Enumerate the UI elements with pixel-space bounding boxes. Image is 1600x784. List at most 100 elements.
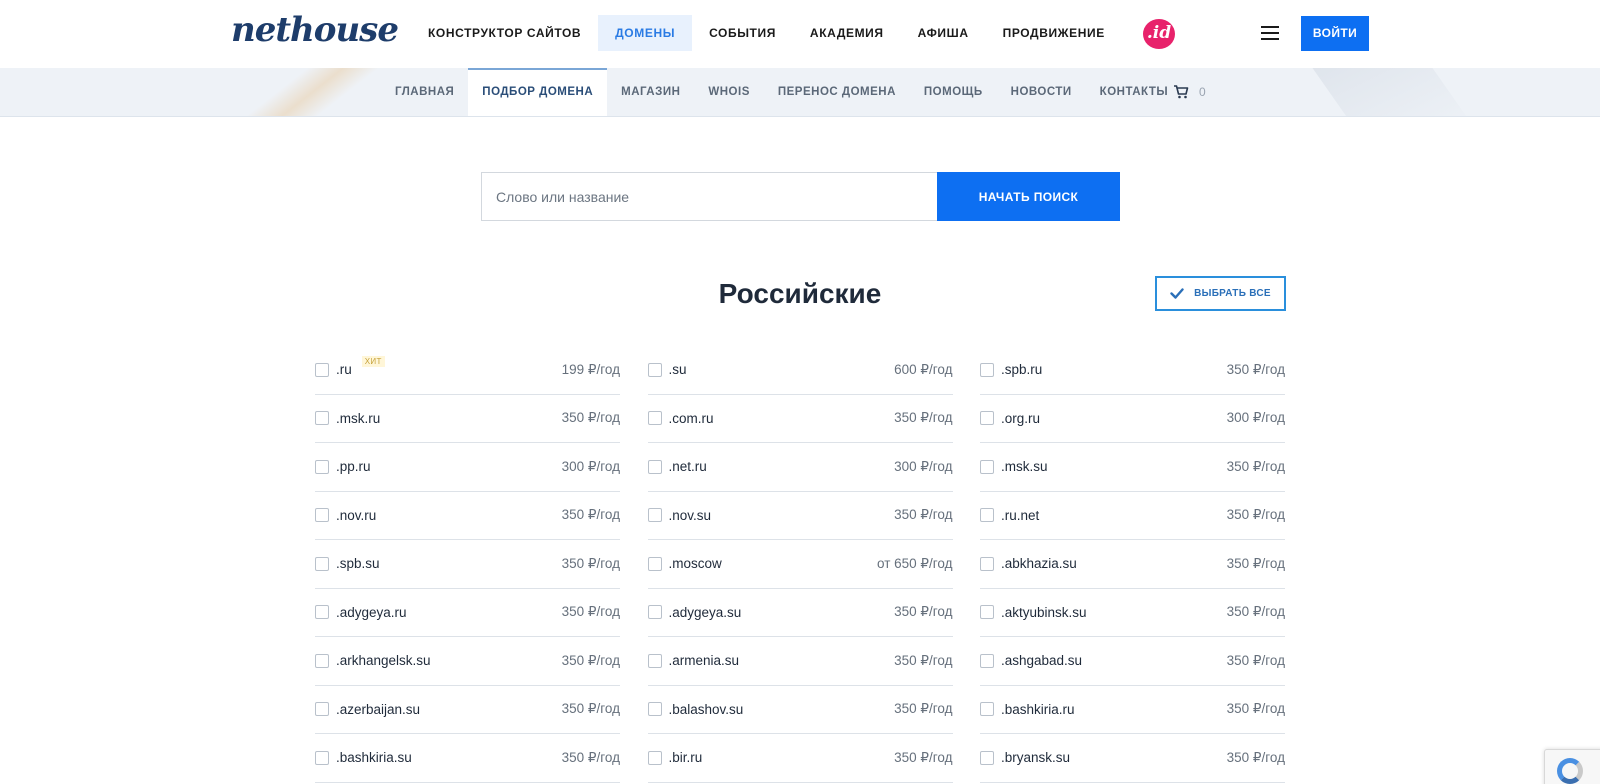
domain-checkbox[interactable] — [980, 411, 994, 426]
domain-checkbox[interactable] — [980, 508, 994, 523]
checkmark-icon — [1170, 288, 1184, 299]
top-nav-events[interactable]: СОБЫТИЯ — [692, 15, 793, 51]
sub-nav-domain-transfer[interactable]: ПЕРЕНОС ДОМЕНА — [764, 68, 910, 116]
domain-price: 350 ₽/год — [561, 701, 620, 717]
domain-row[interactable]: .nov.ru 350 ₽/год — [315, 492, 620, 540]
domain-zone: .org.ru — [1001, 410, 1041, 426]
domain-row[interactable]: .arkhangelsk.su 350 ₽/год — [315, 637, 620, 686]
domain-checkbox[interactable] — [315, 750, 329, 765]
domain-zone: .nov.ru — [336, 507, 377, 523]
sub-nav-help[interactable]: ПОМОЩЬ — [910, 68, 997, 116]
domain-zone: .moscow — [668, 556, 722, 572]
decorative-background — [207, 68, 403, 116]
domain-row[interactable]: .balashov.su 350 ₽/год — [647, 686, 953, 734]
domain-checkbox[interactable] — [647, 653, 662, 668]
domain-price: 350 ₽/год — [1226, 458, 1285, 474]
top-nav-promotion[interactable]: ПРОДВИЖЕНИЕ — [986, 15, 1122, 51]
domain-checkbox[interactable] — [980, 459, 994, 474]
domain-row[interactable]: .msk.su 350 ₽/год — [980, 443, 1285, 492]
sub-nav-contacts[interactable]: КОНТАКТЫ — [1086, 68, 1182, 116]
domain-row[interactable]: .ru ХИТ 199 ₽/год — [315, 346, 620, 395]
domain-checkbox[interactable] — [647, 411, 662, 426]
sub-nav-home[interactable]: ГЛАВНАЯ — [381, 68, 468, 116]
start-search-button[interactable]: НАЧАТЬ ПОИСК — [937, 172, 1120, 221]
domain-row[interactable]: .ru.net 350 ₽/год — [980, 492, 1285, 540]
domain-row[interactable]: .bashkiria.ru 350 ₽/год — [980, 686, 1285, 734]
domain-row[interactable]: .bryansk.su 350 ₽/год — [980, 734, 1285, 783]
top-nav-site-builder[interactable]: КОНСТРУКТОР САЙТОВ — [411, 15, 598, 51]
domain-checkbox[interactable] — [980, 556, 994, 571]
domain-checkbox[interactable] — [980, 702, 994, 717]
domain-price: 350 ₽/год — [561, 410, 620, 426]
domain-checkbox[interactable] — [315, 605, 329, 620]
cart-link[interactable]: 0 — [1173, 85, 1206, 99]
sub-nav-whois[interactable]: WHOIS — [694, 68, 763, 116]
domain-checkbox[interactable] — [980, 362, 994, 377]
domain-search-form: НАЧАТЬ ПОИСК — [481, 172, 1120, 221]
domain-checkbox[interactable] — [647, 750, 662, 765]
recaptcha-badge[interactable] — [1544, 749, 1600, 784]
domain-row[interactable]: .spb.ru 350 ₽/год — [980, 346, 1285, 395]
domain-row[interactable]: .adygeya.su 350 ₽/год — [647, 589, 953, 637]
domain-row[interactable]: .pp.ru 300 ₽/год — [315, 443, 620, 492]
sub-nav-domain-search[interactable]: ПОДБОР ДОМЕНА — [468, 68, 608, 116]
domain-checkbox[interactable] — [315, 702, 329, 717]
domain-checkbox[interactable] — [315, 362, 329, 377]
nethouse-logo[interactable]: nethouse — [231, 10, 399, 50]
domain-checkbox[interactable] — [315, 508, 329, 523]
domain-checkbox[interactable] — [647, 556, 662, 571]
domain-checkbox[interactable] — [315, 556, 329, 571]
domain-zone: .aktyubinsk.su — [1001, 604, 1087, 620]
domain-price: 350 ₽/год — [894, 507, 953, 523]
domain-price: 350 ₽/год — [1226, 507, 1285, 523]
id-badge-icon[interactable]: .id — [1143, 19, 1175, 49]
domain-row[interactable]: .spb.su 350 ₽/год — [315, 540, 620, 589]
domain-zone: .msk.su — [1001, 459, 1048, 475]
domain-row[interactable]: .bashkiria.su 350 ₽/год — [315, 734, 620, 783]
domain-checkbox[interactable] — [980, 605, 994, 620]
domain-zone: .ru — [336, 362, 352, 378]
domain-checkbox[interactable] — [647, 459, 662, 474]
domain-row[interactable]: .abkhazia.su 350 ₽/год — [980, 540, 1285, 589]
domain-checkbox[interactable] — [647, 605, 662, 620]
domain-row[interactable]: .aktyubinsk.su 350 ₽/год — [980, 589, 1285, 637]
hamburger-menu-icon[interactable] — [1261, 26, 1279, 40]
domain-checkbox[interactable] — [647, 362, 662, 377]
login-button[interactable]: ВОЙТИ — [1301, 16, 1369, 51]
decorative-background — [1305, 68, 1475, 116]
domain-zone: .bashkiria.su — [336, 750, 412, 766]
domain-checkbox[interactable] — [980, 653, 994, 668]
domain-checkbox[interactable] — [647, 702, 662, 717]
sub-nav-news[interactable]: НОВОСТИ — [997, 68, 1086, 116]
domain-row[interactable]: .su 600 ₽/год — [647, 346, 953, 395]
domain-row[interactable]: .org.ru 300 ₽/год — [980, 395, 1285, 443]
domain-checkbox[interactable] — [315, 653, 329, 668]
domain-checkbox[interactable] — [980, 750, 994, 765]
domain-row[interactable]: .bir.ru 350 ₽/год — [647, 734, 953, 783]
domain-row[interactable]: .adygeya.ru 350 ₽/год — [315, 589, 620, 637]
top-nav-afisha[interactable]: АФИША — [901, 15, 986, 51]
select-all-button[interactable]: ВЫБРАТЬ ВСЕ — [1155, 276, 1286, 311]
domain-checkbox[interactable] — [315, 411, 329, 426]
domain-price: 350 ₽/год — [1226, 701, 1285, 717]
domain-row[interactable]: .nov.su 350 ₽/год — [647, 492, 953, 540]
sub-nav-shop[interactable]: МАГАЗИН — [607, 68, 694, 116]
domain-checkbox[interactable] — [315, 459, 329, 474]
domain-row[interactable]: .azerbaijan.su 350 ₽/год — [315, 686, 620, 734]
domain-checkbox[interactable] — [647, 508, 662, 523]
domain-zone: .spb.ru — [1001, 362, 1043, 378]
top-nav-domains[interactable]: ДОМЕНЫ — [598, 15, 693, 51]
domain-row[interactable]: .armenia.su 350 ₽/год — [647, 637, 953, 686]
domain-price: от 650 ₽/год — [877, 555, 953, 571]
domain-row[interactable]: .msk.ru 350 ₽/год — [315, 395, 620, 443]
section-title: Российские — [718, 278, 882, 309]
domain-zone: .balashov.su — [668, 701, 744, 717]
domain-row[interactable]: .com.ru 350 ₽/год — [647, 395, 953, 443]
domain-row[interactable]: .net.ru 300 ₽/год — [647, 443, 953, 492]
domain-search-input[interactable] — [481, 172, 937, 221]
top-nav-academy[interactable]: АКАДЕМИЯ — [793, 15, 901, 51]
top-header: nethouse КОНСТРУКТОР САЙТОВ ДОМЕНЫ СОБЫТ… — [0, 0, 1600, 68]
domain-row[interactable]: .ashgabad.su 350 ₽/год — [980, 637, 1285, 686]
domain-price: 300 ₽/год — [561, 458, 620, 474]
domain-row[interactable]: .moscow от 650 ₽/год — [647, 540, 953, 589]
